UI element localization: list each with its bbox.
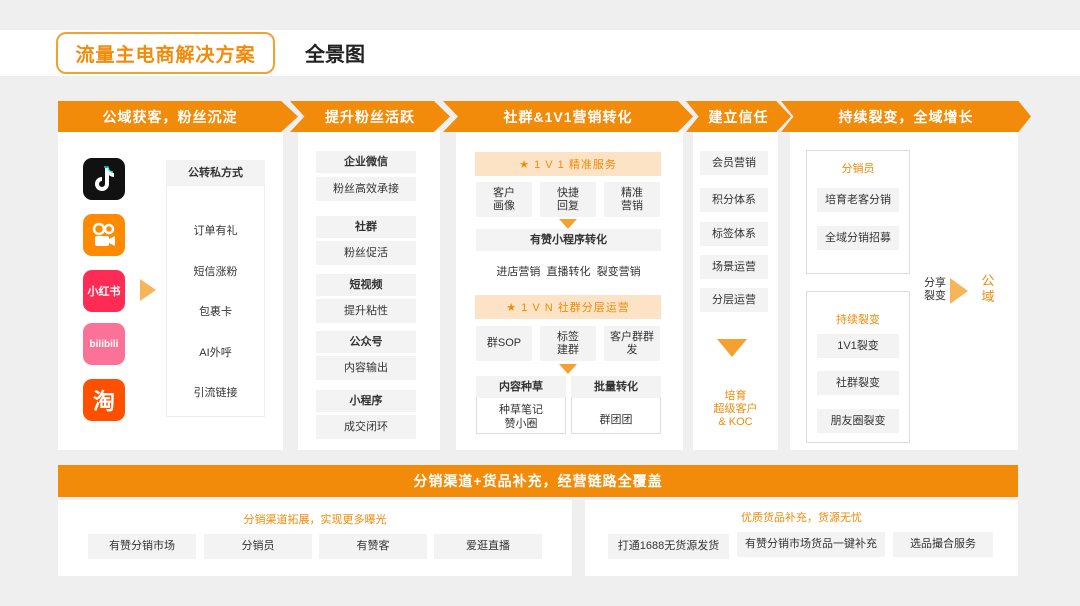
method-item: 短信涨粉 xyxy=(193,266,238,278)
channel-title: 短视频 xyxy=(316,274,416,296)
trust-item: 分层运营 xyxy=(700,288,768,312)
service-chip: 快捷 回复 xyxy=(540,182,596,217)
arrow-down-icon xyxy=(717,339,747,357)
channel-item: 有赞分销市场 xyxy=(88,534,196,559)
goods-item: 选品撮合服务 xyxy=(893,532,993,557)
group-chip: 标签 建群 xyxy=(540,326,596,361)
taobao-icon: 淘 xyxy=(83,379,125,421)
method-item: 引流链接 xyxy=(193,387,238,399)
channel-item: 爱逛直播 xyxy=(434,534,542,559)
trust-item: 标签体系 xyxy=(700,222,768,246)
super-customer-result: 培育 超级客户 & KOC xyxy=(713,390,758,428)
channel-title: 社群 xyxy=(316,216,416,238)
batch-conversion-title: 批量转化 xyxy=(571,376,661,398)
channel-item: 分销员 xyxy=(204,534,312,559)
conversion-methods-box xyxy=(166,160,265,417)
arrow-down-icon xyxy=(559,219,577,229)
distributor-item: 培育老客分销 xyxy=(817,188,899,212)
share-fission-label: 分享 裂变 xyxy=(924,277,946,302)
channel-desc: 内容输出 xyxy=(316,356,416,380)
stage-header-5: 持续裂变，全域增长 xyxy=(781,101,1031,132)
channel-desc: 成交闭环 xyxy=(316,415,416,439)
channel-expansion-title: 分销渠道拓展，实现更多曝光 xyxy=(243,514,387,526)
arrow-right-icon xyxy=(140,279,156,301)
channel-title: 企业微信 xyxy=(316,151,416,173)
fission-item: 1V1裂变 xyxy=(817,334,899,358)
content-seeding-desc: 种草笔记 赞小圈 xyxy=(499,404,543,430)
arrow-down-icon xyxy=(559,364,577,374)
method-item: 包裹卡 xyxy=(199,306,232,318)
one-on-one-service-bar: ★ 1 V 1 精准服务 xyxy=(475,152,661,176)
channel-desc: 粉丝高效承接 xyxy=(316,177,416,201)
channel-item: 有赞客 xyxy=(319,534,427,559)
bilibili-icon: bilibili xyxy=(83,323,125,365)
method-item: AI外呼 xyxy=(199,347,232,359)
content-seeding-title: 内容种草 xyxy=(476,376,566,398)
xiaohongshu-icon: 小红书 xyxy=(83,270,125,312)
trust-item: 场景运营 xyxy=(700,255,768,279)
mini-program-items: 进店营销 直播转化 裂变营销 xyxy=(496,266,641,278)
trust-item: 积分体系 xyxy=(700,188,768,212)
channel-title: 公众号 xyxy=(316,331,416,353)
channel-desc: 粉丝促活 xyxy=(316,241,416,265)
page-title: 流量主电商解决方案 xyxy=(56,32,275,74)
goods-item: 有赞分销市场货品一键补充 xyxy=(737,532,885,557)
public-domain-label: 公 域 xyxy=(981,273,995,304)
trust-item: 会员营销 xyxy=(700,151,768,175)
arrow-right-icon xyxy=(950,278,968,304)
distributor-item: 全域分销招募 xyxy=(817,226,899,250)
fission-item: 社群裂变 xyxy=(817,371,899,395)
batch-conversion-desc: 群团团 xyxy=(599,414,633,426)
goods-supply-title: 优质货品补充，货源无忧 xyxy=(741,512,862,524)
group-chip: 群SOP xyxy=(476,326,532,361)
bottom-title-bar: 分销渠道+货品补充，经营链路全覆盖 xyxy=(58,465,1018,497)
channel-title: 小程序 xyxy=(316,390,416,412)
fission-item: 朋友圈裂变 xyxy=(817,409,899,433)
tiktok-icon xyxy=(83,158,125,200)
canvas: 流量主电商解决方案 全景图 公域获客，粉丝沉淀 提升粉丝活跃 社群&1V1营销转… xyxy=(0,0,1080,606)
stage-header-4: 建立信任 xyxy=(686,101,791,132)
channel-desc: 提升粘性 xyxy=(316,299,416,323)
group-operation-bar: ★ 1 V N 社群分层运营 xyxy=(475,295,661,319)
stage-header-3: 社群&1V1营销转化 xyxy=(443,101,693,132)
distributor-title: 分销员 xyxy=(841,163,875,175)
service-chip: 精准 营销 xyxy=(604,182,660,217)
stage-header-2: 提升粉丝活跃 xyxy=(290,101,450,132)
conversion-methods-title: 公转私方式 xyxy=(166,160,265,186)
method-item: 订单有礼 xyxy=(193,225,238,237)
goods-item: 打通1688无货源发货 xyxy=(608,534,729,559)
group-chip: 客户群群 发 xyxy=(604,326,660,361)
fission-title: 持续裂变 xyxy=(836,314,880,326)
kuaishou-icon xyxy=(83,214,125,256)
service-chip: 客户 画像 xyxy=(476,182,532,217)
page-subtitle: 全景图 xyxy=(305,44,365,66)
mini-program-title: 有赞小程序转化 xyxy=(476,229,661,251)
stage-header-1: 公域获客，粉丝沉淀 xyxy=(58,101,298,132)
